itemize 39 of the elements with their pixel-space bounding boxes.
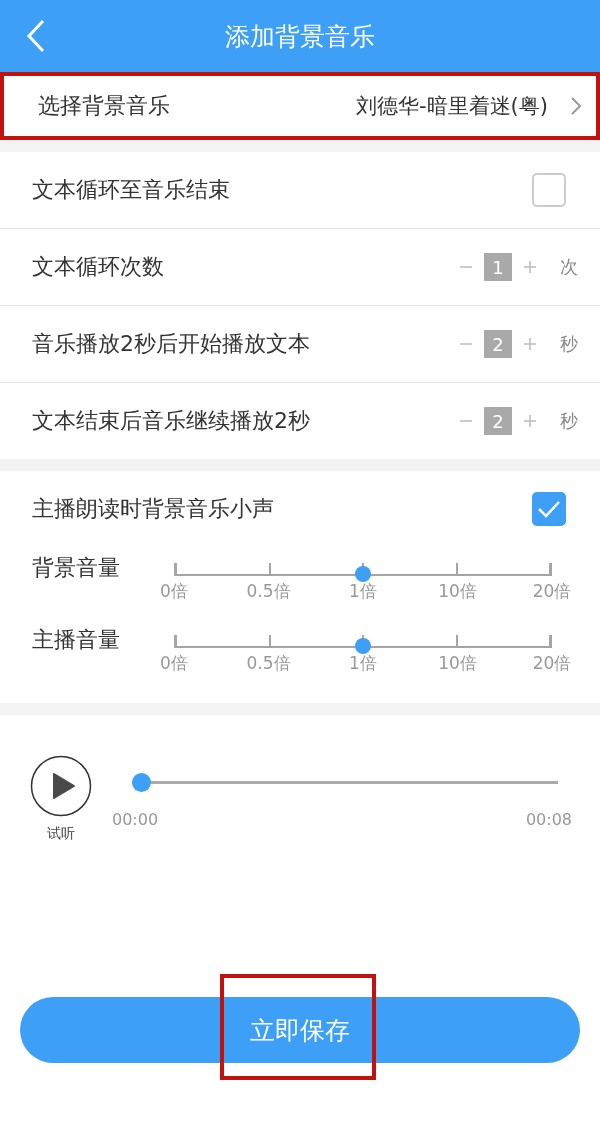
tick-label: 0倍 (160, 580, 188, 603)
tick-label: 0.5倍 (246, 580, 291, 603)
stepper-value: 2 (484, 330, 512, 358)
slider-thumb[interactable] (355, 566, 371, 582)
page-title: 添加背景音乐 (225, 20, 375, 53)
stepper-value: 1 (484, 253, 512, 281)
row-label: 文本循环次数 (31, 253, 165, 281)
tick-label: 1倍 (349, 652, 377, 675)
tick-label: 20倍 (532, 580, 572, 603)
preview-label: 试听 (47, 825, 75, 843)
slider-thumb[interactable] (355, 638, 371, 654)
row-label: 文本循环至音乐结束 (31, 176, 231, 204)
tick-label: 0倍 (160, 652, 188, 675)
progress-thumb[interactable] (132, 773, 151, 792)
checkbox[interactable] (532, 492, 566, 526)
row-label: 主播朗读时背景音乐小声 (31, 495, 275, 523)
tick-label: 0.5倍 (246, 652, 291, 675)
tick-label: 20倍 (532, 652, 572, 675)
tick-label: 1倍 (349, 580, 377, 603)
row-label: 音乐播放2秒后开始播放文本 (31, 330, 311, 358)
selected-music: 刘德华-暗里着迷(粤) (356, 93, 548, 120)
current-time: 00:00 (112, 810, 159, 829)
tick-label: 10倍 (438, 580, 477, 603)
unit-label: 秒 (560, 332, 578, 356)
row-label: 选择背景音乐 (37, 92, 171, 120)
chevron-icon (570, 96, 582, 116)
unit-label: 次 (560, 255, 578, 279)
volume-label: 背景音量 (32, 554, 121, 582)
total-time: 00:08 (525, 810, 572, 829)
play-button[interactable] (30, 755, 92, 817)
volume-label: 主播音量 (32, 626, 121, 654)
checkbox[interactable] (532, 173, 566, 207)
check-icon (537, 500, 561, 518)
stepper-value: 2 (484, 407, 512, 435)
unit-label: 秒 (560, 409, 578, 433)
tick-label: 10倍 (438, 652, 477, 675)
back-icon[interactable] (26, 19, 46, 53)
music-select-row[interactable]: 选择背景音乐 刘德华-暗里着迷(粤) (0, 72, 600, 140)
row-label: 文本结束后音乐继续播放2秒 (31, 407, 311, 435)
